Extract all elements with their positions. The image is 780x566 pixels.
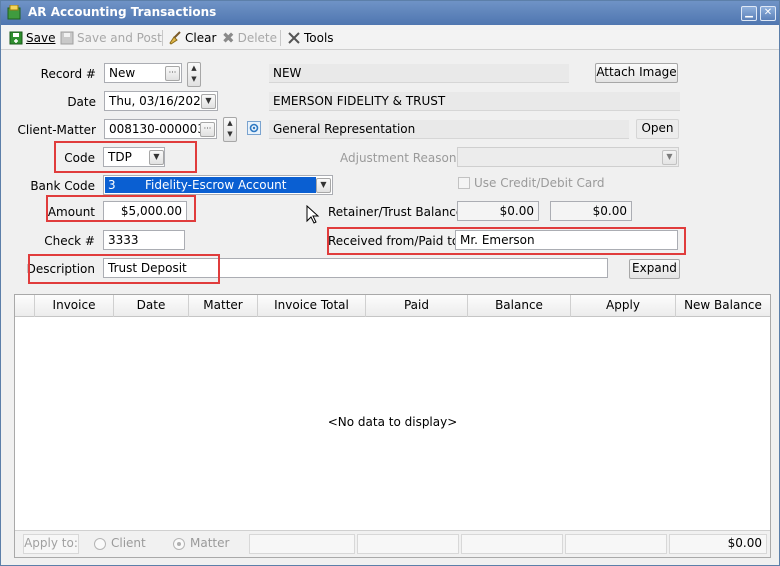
transactions-grid: Invoice Date Matter Invoice Total Paid B… [14, 294, 771, 558]
column-apply[interactable]: Apply [571, 295, 676, 317]
title-bar: AR Accounting Transactions ▁ ✕ [1, 1, 779, 25]
adjustment-reason-field[interactable] [457, 147, 679, 167]
check-value: 3333 [108, 233, 139, 247]
save-label: Save [26, 31, 56, 45]
matter-radio-label: Matter [190, 536, 230, 550]
record-spinner[interactable]: ▲ ▼ [187, 62, 201, 87]
bank-code-label: Bank Code [30, 179, 95, 193]
chevron-down-icon[interactable]: ▼ [662, 150, 677, 165]
save-button[interactable]: Save [9, 29, 55, 47]
highlight-received [327, 227, 686, 255]
attach-image-button[interactable]: Attach Image [595, 63, 678, 83]
apply-to-button[interactable]: Apply to: [23, 534, 79, 554]
toolbar: Save Save and Post Clear ✖ Delete Tools [1, 25, 779, 50]
bank-code-selection: 3 Fidelity-Escrow Account [105, 177, 316, 193]
save-icon [9, 31, 23, 45]
retainer-value-2: $0.00 [592, 204, 627, 218]
client-matter-value: 008130-000003 [109, 122, 205, 136]
app-window: AR Accounting Transactions ▁ ✕ Save Save… [0, 0, 780, 566]
expand-button[interactable]: Expand [629, 259, 680, 279]
record-lookup-button[interactable]: ··· [165, 66, 180, 81]
grid-footer: Apply to: Client Matter $0.00 [15, 530, 770, 557]
toolbar-separator [162, 30, 163, 46]
retainer-balance-1: $0.00 [457, 201, 539, 221]
retainer-value-1: $0.00 [499, 204, 534, 218]
chevron-down-icon[interactable]: ▼ [201, 94, 216, 109]
record-status: NEW [269, 64, 569, 83]
highlight-description [28, 254, 220, 284]
column-invoice-total[interactable]: Invoice Total [258, 295, 366, 317]
clear-label: Clear [185, 31, 217, 45]
client-radio[interactable] [94, 538, 106, 550]
matter-radio[interactable] [173, 538, 185, 550]
window-title: AR Accounting Transactions [28, 5, 217, 19]
highlight-amount [46, 195, 196, 222]
broom-icon [169, 31, 181, 45]
bank-code-field[interactable]: 3 Fidelity-Escrow Account [103, 175, 333, 195]
tools-button[interactable]: Tools [287, 29, 334, 47]
save-post-icon [60, 31, 74, 45]
column-matter[interactable]: Matter [189, 295, 258, 317]
footer-cell [249, 534, 355, 554]
use-credit-card-label: Use Credit/Debit Card [474, 176, 605, 190]
use-credit-card-checkbox[interactable] [458, 177, 470, 189]
grid-header: Invoice Date Matter Invoice Total Paid B… [15, 295, 770, 317]
client-matter-spinner[interactable]: ▲ ▼ [223, 117, 237, 142]
clear-button[interactable]: Clear [168, 29, 216, 47]
check-label: Check # [44, 234, 95, 248]
delete-label: Delete [237, 31, 278, 45]
toolbar-separator [280, 30, 281, 46]
client-matter-lookup-button[interactable]: ··· [200, 122, 215, 137]
retainer-label: Retainer/Trust Balance [328, 205, 464, 219]
bank-code-number: 3 [108, 178, 116, 192]
empty-message: <No data to display> [327, 415, 458, 429]
column-balance[interactable]: Balance [468, 295, 571, 317]
record-label: Record # [40, 67, 96, 81]
save-and-post-button[interactable]: Save and Post [60, 29, 162, 47]
check-field[interactable]: 3333 [103, 230, 185, 250]
column-date[interactable]: Date [114, 295, 189, 317]
bank-code-name: Fidelity-Escrow Account [145, 178, 287, 192]
adjustment-reason-label: Adjustment Reason [340, 151, 457, 165]
date-label: Date [67, 95, 96, 109]
tools-icon [288, 32, 300, 44]
client-radio-label: Client [111, 536, 146, 550]
column-paid[interactable]: Paid [366, 295, 468, 317]
footer-cell [357, 534, 459, 554]
column-invoice[interactable]: Invoice [35, 295, 114, 317]
row-selector-header [15, 295, 35, 317]
tools-label: Tools [304, 31, 334, 45]
delete-button[interactable]: ✖ Delete [222, 29, 277, 47]
footer-cell [565, 534, 667, 554]
retainer-balance-2: $0.00 [550, 201, 632, 221]
save-and-post-label: Save and Post [77, 31, 162, 45]
minimize-button[interactable]: ▁ [741, 6, 757, 21]
client-name: EMERSON FIDELITY & TRUST [269, 92, 680, 111]
delete-icon: ✖ [222, 29, 235, 47]
close-icon[interactable]: ✕ [760, 6, 776, 21]
app-icon [7, 5, 21, 20]
highlight-code [54, 141, 197, 173]
client-matter-label: Client-Matter [17, 123, 96, 137]
footer-cell [461, 534, 563, 554]
open-button[interactable]: Open [636, 119, 679, 139]
footer-total: $0.00 [669, 534, 767, 554]
record-value: New [109, 66, 136, 80]
date-value: Thu, 03/16/2023 [109, 94, 209, 108]
column-new-balance[interactable]: New Balance [676, 295, 770, 317]
matter-description: General Representation [269, 120, 629, 139]
mouse-pointer-icon [306, 205, 320, 224]
chevron-down-icon[interactable]: ▼ [316, 178, 331, 193]
settings-icon[interactable] [247, 121, 261, 135]
